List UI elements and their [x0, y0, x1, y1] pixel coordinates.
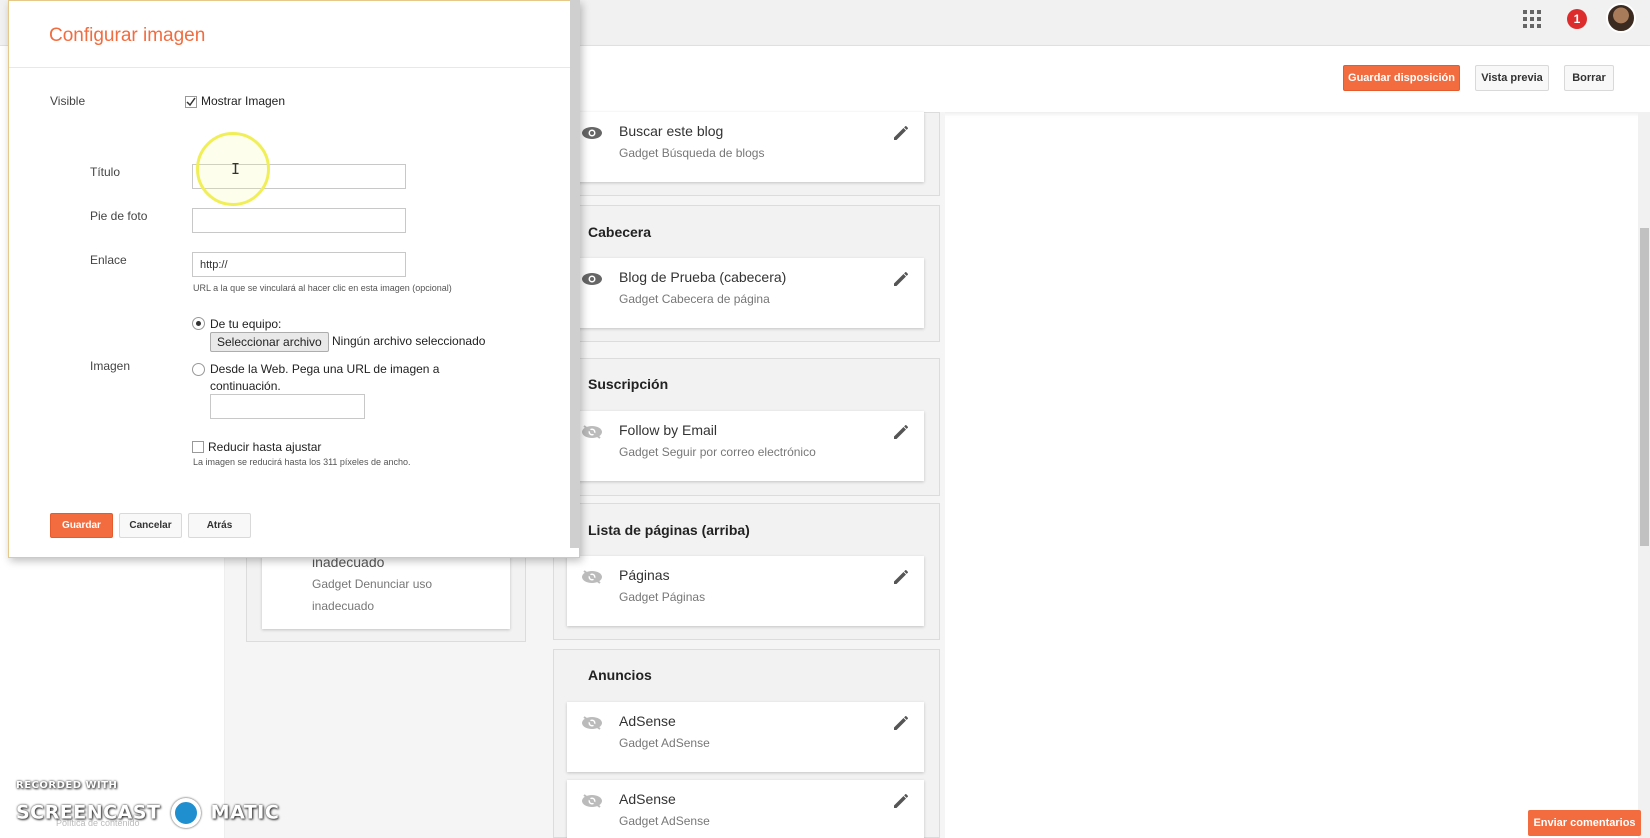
screencast-logo-icon: [170, 798, 201, 828]
notification-badge[interactable]: 1: [1567, 9, 1587, 29]
save-button[interactable]: Guardar: [50, 513, 113, 538]
screencast-watermark: RECORDED WITH SCREENCAST MATIC: [16, 780, 279, 828]
from-web-radio[interactable]: [192, 363, 205, 376]
shrink-to-fit-checkbox[interactable]: [192, 441, 204, 453]
apps-grid-icon[interactable]: [1523, 10, 1541, 28]
pencil-icon[interactable]: [892, 423, 910, 441]
pencil-icon[interactable]: [892, 124, 910, 142]
eye-off-icon[interactable]: [581, 570, 603, 584]
title-label: Título: [90, 165, 121, 179]
gadget-name: AdSense: [619, 791, 676, 807]
gadget-subtitle: inadecuado: [312, 599, 375, 613]
send-feedback-button[interactable]: Enviar comentarios: [1528, 810, 1641, 836]
eye-icon[interactable]: [581, 126, 603, 140]
pencil-icon[interactable]: [892, 270, 910, 288]
link-hint: URL a la que se vinculará al hacer clic …: [193, 283, 452, 293]
divider: [9, 67, 579, 68]
gadget-name: Blog de Prueba (cabecera): [619, 269, 787, 285]
image-label: Imagen: [90, 359, 131, 373]
image-url-input[interactable]: [210, 394, 365, 419]
show-image-checkbox[interactable]: [185, 95, 197, 108]
page-scrollbar-thumb[interactable]: [1640, 228, 1649, 546]
gadget-subtitle: Gadget Seguir por correo electrónico: [619, 445, 816, 459]
gadget-subtitle: Gadget AdSense: [619, 736, 710, 750]
pencil-icon[interactable]: [892, 568, 910, 586]
gadget-name: Páginas: [619, 567, 670, 583]
from-computer-radio[interactable]: [192, 317, 205, 330]
watermark-right: MATIC: [210, 801, 280, 824]
section-title: Lista de páginas (arriba): [588, 522, 750, 538]
gadget-search[interactable]: Buscar este blog Gadget Búsqueda de blog…: [567, 112, 924, 182]
visible-label: Visible: [50, 94, 86, 108]
text-cursor-icon: I: [231, 160, 241, 178]
section-title: Suscripción: [588, 376, 669, 392]
section-title: Anuncios: [588, 667, 652, 683]
link-input[interactable]: [192, 252, 406, 277]
gadget-subtitle: Gadget Denunciar uso: [312, 577, 433, 591]
check-icon: [185, 96, 197, 108]
section-title: Cabecera: [588, 224, 652, 240]
gadget-subtitle: Gadget AdSense: [619, 814, 710, 828]
gadget-subtitle: Gadget Búsqueda de blogs: [619, 146, 765, 160]
dialog-title: Configurar imagen: [49, 25, 206, 46]
gadget-subtitle: Gadget Páginas: [619, 590, 706, 604]
from-computer-label: De tu equipo:: [210, 317, 282, 331]
gadget-pages[interactable]: Páginas Gadget Páginas: [567, 556, 924, 626]
eye-icon[interactable]: [581, 272, 603, 286]
caption-input[interactable]: [192, 208, 406, 233]
caption-label: Pie de foto: [90, 209, 148, 223]
back-button[interactable]: Atrás: [188, 513, 251, 538]
watermark-left: SCREENCAST: [16, 801, 161, 824]
save-layout-button[interactable]: Guardar disposición: [1343, 65, 1460, 91]
gadget-adsense[interactable]: AdSense Gadget AdSense: [567, 780, 924, 838]
eye-off-icon[interactable]: [581, 716, 603, 730]
no-file-text: Ningún archivo seleccionado: [332, 334, 486, 348]
gadget-name: Buscar este blog: [619, 123, 724, 139]
configure-image-dialog: Configurar imagen Visible Mostrar Imagen…: [8, 0, 580, 558]
gadget-name: Follow by Email: [619, 422, 718, 438]
from-web-label: Desde la Web. Pega una URL de imagen a: [210, 362, 440, 376]
pencil-icon[interactable]: [892, 792, 910, 810]
show-image-label: Mostrar Imagen: [201, 94, 286, 108]
eye-off-icon[interactable]: [581, 425, 603, 439]
watermark-caption: RECORDED WITH: [16, 780, 118, 791]
from-web-label-cont: continuación.: [210, 379, 281, 393]
gadget-name: AdSense: [619, 713, 676, 729]
preview-button[interactable]: Vista previa: [1475, 65, 1549, 91]
shrink-hint: La imagen se reducirá hasta los 311 píxe…: [193, 457, 411, 467]
gadget-follow-by-email[interactable]: Follow by Email Gadget Seguir por correo…: [567, 411, 924, 481]
choose-file-button[interactable]: Seleccionar archivo: [210, 332, 329, 352]
gadget-subtitle: Gadget Cabecera de página: [619, 292, 770, 306]
delete-button[interactable]: Borrar: [1564, 65, 1614, 91]
cancel-button[interactable]: Cancelar: [119, 513, 182, 538]
avatar[interactable]: [1606, 3, 1636, 33]
gadget-header[interactable]: Blog de Prueba (cabecera) Gadget Cabecer…: [567, 258, 924, 328]
pencil-icon[interactable]: [892, 714, 910, 732]
link-label: Enlace: [90, 253, 127, 267]
dialog-scrollbar[interactable]: [570, 0, 580, 548]
eye-off-icon[interactable]: [581, 794, 603, 808]
gadget-adsense[interactable]: AdSense Gadget AdSense: [567, 702, 924, 772]
shrink-label: Reducir hasta ajustar: [208, 440, 322, 454]
